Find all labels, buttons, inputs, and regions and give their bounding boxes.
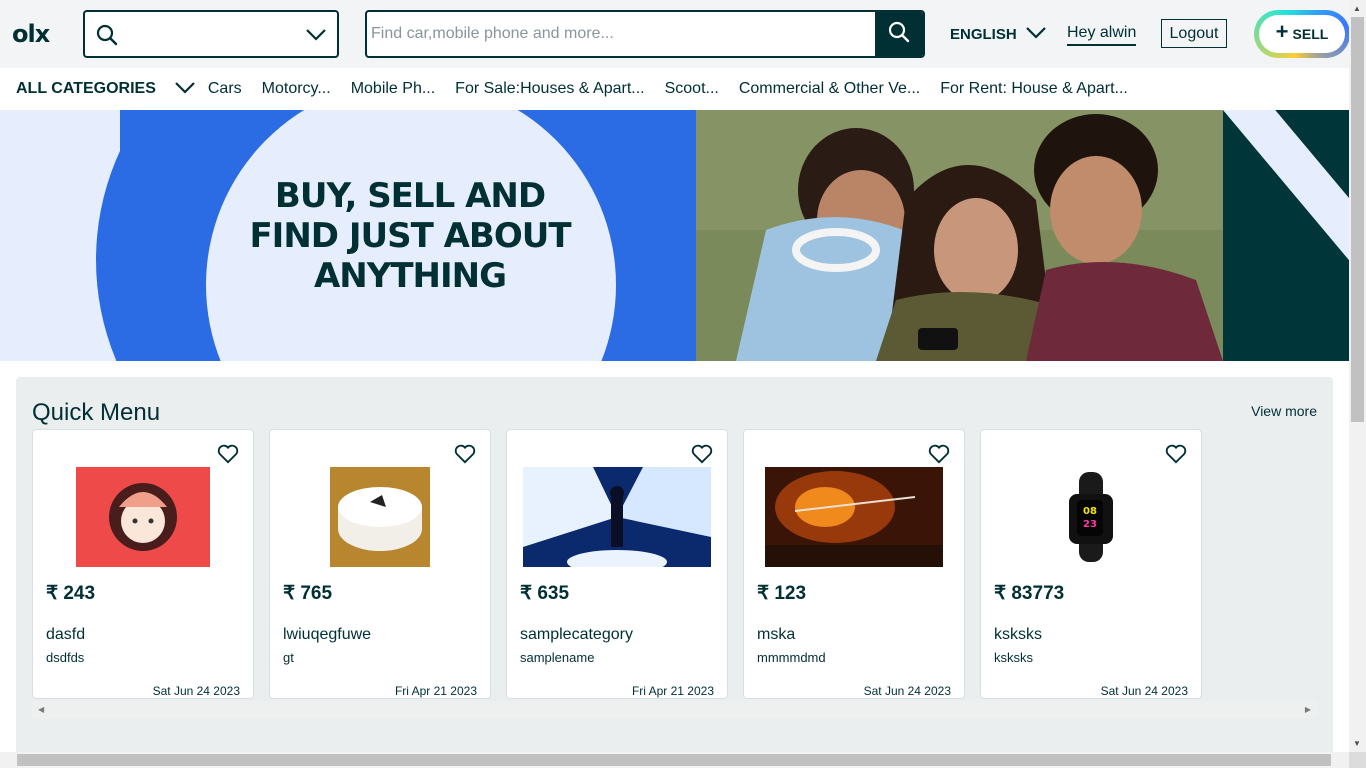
page: olx ENGLISH Hey alwin Logout	[0, 0, 1366, 768]
product-title: mska	[757, 626, 796, 643]
category-bar: ALL CATEGORIES Cars Motorcy... Mobile Ph…	[0, 68, 1349, 110]
banner-headline: BUY, SELL AND FIND JUST ABOUT ANYTHING	[220, 176, 600, 296]
location-selector[interactable]	[83, 10, 339, 58]
category-link[interactable]: For Sale:Houses & Apart...	[455, 80, 644, 98]
product-title: lwiuqegfuwe	[283, 626, 372, 643]
logo-text: olx	[12, 20, 50, 48]
product-title: dasfd	[46, 626, 86, 643]
scrollbar-thumb[interactable]	[1351, 17, 1364, 422]
sell-label: SELL	[1292, 26, 1329, 42]
view-more-link[interactable]: View more	[1251, 403, 1317, 419]
product-subtitle: mmmmdmd	[757, 650, 826, 665]
search-icon	[95, 23, 119, 52]
search-button[interactable]	[875, 12, 923, 56]
scrollbar-corner	[1349, 752, 1366, 768]
product-card[interactable]: ₹ 243 dasfd dsdfds Sat Jun 24 2023	[32, 429, 254, 699]
product-card[interactable]: ₹ 635 samplecategory samplename Fri Apr …	[506, 429, 728, 699]
banner-headline-line: FIND JUST ABOUT	[249, 216, 571, 256]
product-subtitle: gt	[283, 650, 294, 665]
product-date: Sat Jun 24 2023	[1100, 684, 1188, 698]
product-image	[270, 466, 490, 568]
scroll-up-arrow-icon[interactable]: ▲	[1353, 4, 1361, 13]
product-title: samplecategory	[520, 626, 633, 643]
banner-accent	[1223, 110, 1349, 361]
page-vertical-scrollbar[interactable]: ▲ ▼	[1349, 0, 1366, 752]
section-title: Quick Menu	[32, 399, 161, 426]
product-price: ₹ 243	[46, 583, 96, 604]
product-date: Sat Jun 24 2023	[863, 684, 951, 698]
banner-headline-line: BUY, SELL AND	[274, 176, 546, 216]
category-link[interactable]: Cars	[208, 80, 242, 98]
product-subtitle: samplename	[520, 650, 595, 665]
all-categories-label: ALL CATEGORIES	[16, 80, 156, 97]
product-card[interactable]: ₹ 765 lwiuqegfuwe gt Fri Apr 21 2023	[269, 429, 491, 699]
product-subtitle: ksksks	[994, 650, 1033, 665]
banner-stripe	[1223, 110, 1349, 361]
search-icon	[887, 20, 911, 49]
product-date: Fri Apr 21 2023	[631, 684, 714, 698]
header: olx ENGLISH Hey alwin Logout	[0, 0, 1350, 68]
product-date: Sat Jun 24 2023	[152, 684, 240, 698]
svg-text:23: 23	[1083, 519, 1097, 530]
product-title: ksksks	[994, 626, 1042, 643]
category-link[interactable]: For Rent: House & Apart...	[940, 80, 1128, 98]
search-bar	[365, 10, 925, 58]
svg-text:08: 08	[1083, 506, 1097, 517]
user-greeting[interactable]: Hey alwin	[1067, 24, 1137, 46]
chevron-down-icon[interactable]	[305, 25, 327, 48]
search-input[interactable]	[367, 12, 877, 56]
product-price: ₹ 83773	[994, 583, 1065, 604]
olx-logo[interactable]: olx	[12, 20, 58, 48]
plus-icon: +	[1275, 19, 1289, 44]
product-date: Fri Apr 21 2023	[394, 684, 477, 698]
chevron-down-icon	[174, 79, 196, 100]
product-carousel: ₹ 243 dasfd dsdfds Sat Jun 24 2023 ₹ 765…	[32, 429, 1317, 699]
category-link[interactable]: Motorcy...	[262, 80, 331, 98]
scrollbar-thumb[interactable]	[17, 754, 1331, 766]
banner-headline-line: ANYTHING	[313, 256, 507, 296]
product-image: 08 23	[981, 466, 1201, 568]
banner-photo	[696, 110, 1223, 361]
sell-button[interactable]: + SELL	[1254, 10, 1350, 58]
category-link[interactable]: Scoot...	[665, 80, 719, 98]
product-image	[507, 466, 727, 568]
language-label: ENGLISH	[950, 25, 1017, 43]
scroll-right-arrow-icon[interactable]: ▶	[1305, 705, 1311, 714]
scroll-left-arrow-icon[interactable]: ◀	[38, 705, 44, 714]
product-price: ₹ 765	[283, 583, 333, 604]
chevron-down-icon	[1025, 24, 1047, 44]
product-price: ₹ 635	[520, 583, 570, 604]
language-selector[interactable]: ENGLISH	[950, 24, 1047, 44]
quick-menu-section: Quick Menu View more ₹ 243 dasfd dsdfds …	[16, 377, 1333, 768]
hero-banner[interactable]: BUY, SELL AND FIND JUST ABOUT ANYTHING	[0, 110, 1349, 361]
carousel-scrollbar[interactable]: ◀ ▶	[32, 701, 1317, 718]
all-categories-dropdown[interactable]: ALL CATEGORIES	[16, 79, 196, 100]
product-card[interactable]: 08 23 ₹ 83773 ksksks ksksks Sat Jun 24 2…	[980, 429, 1202, 699]
sell-button-inner: + SELL	[1259, 15, 1345, 53]
scroll-down-arrow-icon[interactable]: ▼	[1353, 739, 1361, 748]
banner-graphic: BUY, SELL AND FIND JUST ABOUT ANYTHING	[0, 110, 696, 361]
product-image	[33, 466, 253, 568]
category-link[interactable]: Mobile Ph...	[351, 80, 435, 98]
product-price: ₹ 123	[757, 583, 807, 604]
product-image	[744, 466, 964, 568]
logout-button[interactable]: Logout	[1161, 19, 1227, 48]
page-horizontal-scrollbar[interactable]	[0, 752, 1349, 768]
product-card[interactable]: ₹ 123 mska mmmmdmd Sat Jun 24 2023	[743, 429, 965, 699]
category-link[interactable]: Commercial & Other Ve...	[739, 80, 920, 98]
product-subtitle: dsdfds	[46, 650, 85, 665]
banner-people-illustration	[696, 110, 1223, 361]
